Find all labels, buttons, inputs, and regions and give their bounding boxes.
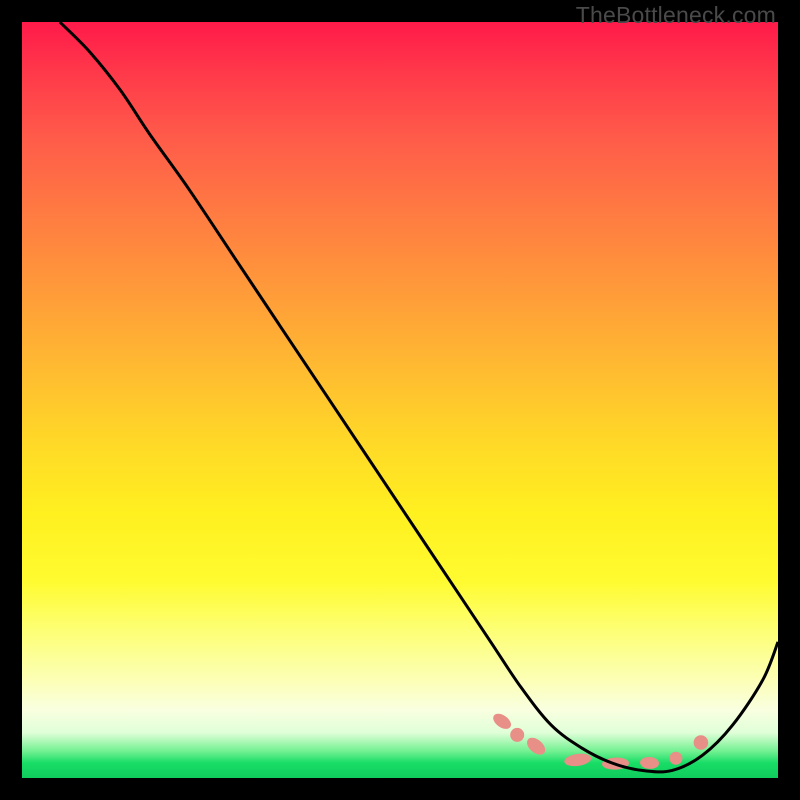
curve-marker [564, 753, 591, 768]
chart-plot-area [22, 22, 778, 778]
curve-marker [694, 736, 708, 750]
curve-marker [525, 735, 548, 757]
chart-svg [22, 22, 778, 778]
curve-marker [640, 757, 659, 769]
curve-marker [670, 752, 682, 764]
bottleneck-curve [60, 22, 778, 772]
curve-marker [491, 711, 513, 731]
markers-layer [491, 711, 708, 769]
watermark-label: TheBottleneck.com [576, 2, 776, 29]
curve-marker [511, 728, 524, 741]
